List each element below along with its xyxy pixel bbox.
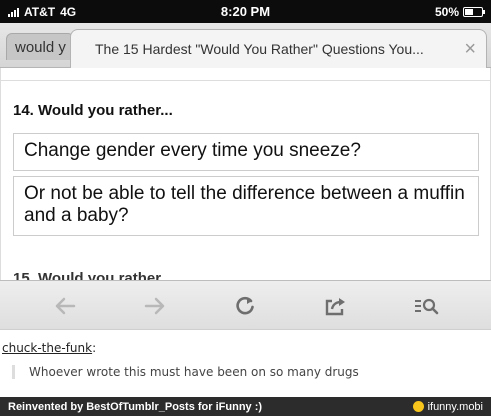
share-icon[interactable] xyxy=(316,288,356,324)
answer-option-2[interactable]: Or not be able to tell the difference be… xyxy=(13,176,479,236)
browser-toolbar xyxy=(0,280,491,329)
phone-screenshot: AT&T 4G 8:20 PM 50% would y The 15 Harde… xyxy=(0,0,491,330)
author-link[interactable]: chuck-the-funk xyxy=(2,341,92,355)
ifunny-logo-icon xyxy=(412,401,424,412)
comment-author: chuck-the-funk: xyxy=(2,341,96,355)
page-content: 14. Would you rather... Change gender ev… xyxy=(0,68,491,280)
back-arrow-icon[interactable] xyxy=(45,288,85,324)
close-icon[interactable]: × xyxy=(464,38,476,61)
status-bar: AT&T 4G 8:20 PM 50% xyxy=(0,0,491,23)
signal-strength-icon xyxy=(8,7,19,17)
reload-icon[interactable] xyxy=(225,288,265,324)
reader-search-icon[interactable] xyxy=(406,288,446,324)
battery-percent: 50% xyxy=(434,4,459,19)
ifunny-footer: Reinvented by BestOfTumblr_Posts for iFu… xyxy=(0,397,491,416)
author-suffix: : xyxy=(92,341,97,355)
carrier-label: AT&T xyxy=(24,4,56,19)
comment-text: Whoever wrote this must have been on so … xyxy=(12,365,481,379)
answer-option-1[interactable]: Change gender every time you sneeze? xyxy=(13,133,479,171)
tab-title: The 15 Hardest "Would You Rather" Questi… xyxy=(95,41,424,57)
footer-site: ifunny.mobi xyxy=(427,400,483,413)
divider xyxy=(1,80,490,81)
tumblr-comment: chuck-the-funk: Whoever wrote this must … xyxy=(0,331,491,397)
tab-active[interactable]: The 15 Hardest "Would You Rather" Questi… xyxy=(70,29,487,68)
footer-credit: Reinvented by BestOfTumblr_Posts for iFu… xyxy=(8,400,263,413)
network-label: 4G xyxy=(60,4,77,19)
tab-inactive[interactable]: would y xyxy=(6,33,74,60)
browser-tab-bar: would y The 15 Hardest "Would You Rather… xyxy=(0,23,491,68)
battery-icon xyxy=(463,6,485,17)
forward-arrow-icon[interactable] xyxy=(135,288,175,324)
next-question-heading: 15. Would you rather... xyxy=(13,270,173,280)
question-heading: 14. Would you rather... xyxy=(13,102,173,119)
